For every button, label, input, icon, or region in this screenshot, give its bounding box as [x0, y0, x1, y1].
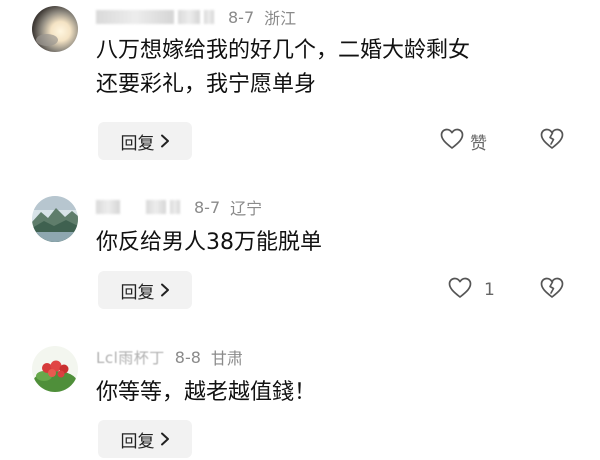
heart-outline-icon — [448, 277, 472, 304]
comment-location: 甘肃 — [210, 349, 243, 368]
reply-button[interactable]: 回复 — [98, 420, 192, 458]
username-redacted — [96, 200, 120, 214]
like-count: 赞 — [470, 133, 487, 154]
like-button[interactable]: 1 — [448, 271, 495, 309]
comment-date: 8-7 — [194, 197, 221, 217]
comment-location: 浙江 — [264, 9, 297, 28]
reply-label: 回复 — [120, 133, 155, 154]
comment-line: 八万想嫁给我的好几个，二婚大龄剩女 — [96, 38, 471, 63]
avatar[interactable] — [32, 6, 78, 52]
username-redacted — [96, 10, 174, 24]
chevron-right-icon — [160, 134, 170, 148]
avatar[interactable] — [32, 346, 78, 392]
comment-meta: 8-7 浙江 — [96, 6, 296, 28]
avatar-photo-icon — [32, 6, 78, 52]
comment-text: 你等等，越老越值錢！ — [96, 376, 586, 410]
comment-line: 你等等，越老越值錢！ — [96, 380, 317, 405]
like-count: 1 — [484, 280, 495, 300]
broken-heart-icon — [540, 128, 564, 154]
comment-line: 还要彩礼，我宁愿单身 — [96, 72, 317, 97]
reply-label: 回复 — [120, 431, 155, 452]
reply-button[interactable]: 回复 — [98, 271, 192, 309]
username-redacted — [170, 200, 180, 214]
avatar-landscape-icon — [32, 196, 78, 242]
chevron-right-icon — [160, 432, 170, 446]
username[interactable]: Lcl雨杯丁 — [96, 347, 165, 368]
comment-line: 你反给男人38万能脱单 — [96, 230, 322, 255]
comment-date: 8-7 — [228, 7, 255, 27]
broken-heart-icon — [540, 277, 564, 303]
reply-label: 回复 — [120, 282, 155, 303]
heart-outline-icon — [440, 128, 464, 155]
username-redacted — [146, 200, 166, 214]
username-redacted — [178, 10, 200, 24]
avatar-flowers-icon — [32, 346, 78, 392]
comment-meta: 8-7 辽宁 — [96, 196, 262, 218]
username-redacted — [204, 10, 214, 24]
like-button[interactable]: 赞 — [440, 122, 487, 160]
dislike-button[interactable] — [540, 122, 564, 160]
comment-date: 8-8 — [174, 347, 201, 367]
reply-button[interactable]: 回复 — [98, 122, 192, 160]
dislike-button[interactable] — [540, 271, 564, 309]
comment-meta: Lcl雨杯丁 8-8 甘肃 — [96, 346, 243, 369]
avatar[interactable] — [32, 196, 78, 242]
comment-location: 辽宁 — [230, 199, 263, 218]
comment-text: 你反给男人38万能脱单 — [96, 226, 586, 260]
comment-text: 八万想嫁给我的好几个，二婚大龄剩女 还要彩礼，我宁愿单身 — [96, 34, 586, 102]
chevron-right-icon — [160, 283, 170, 297]
